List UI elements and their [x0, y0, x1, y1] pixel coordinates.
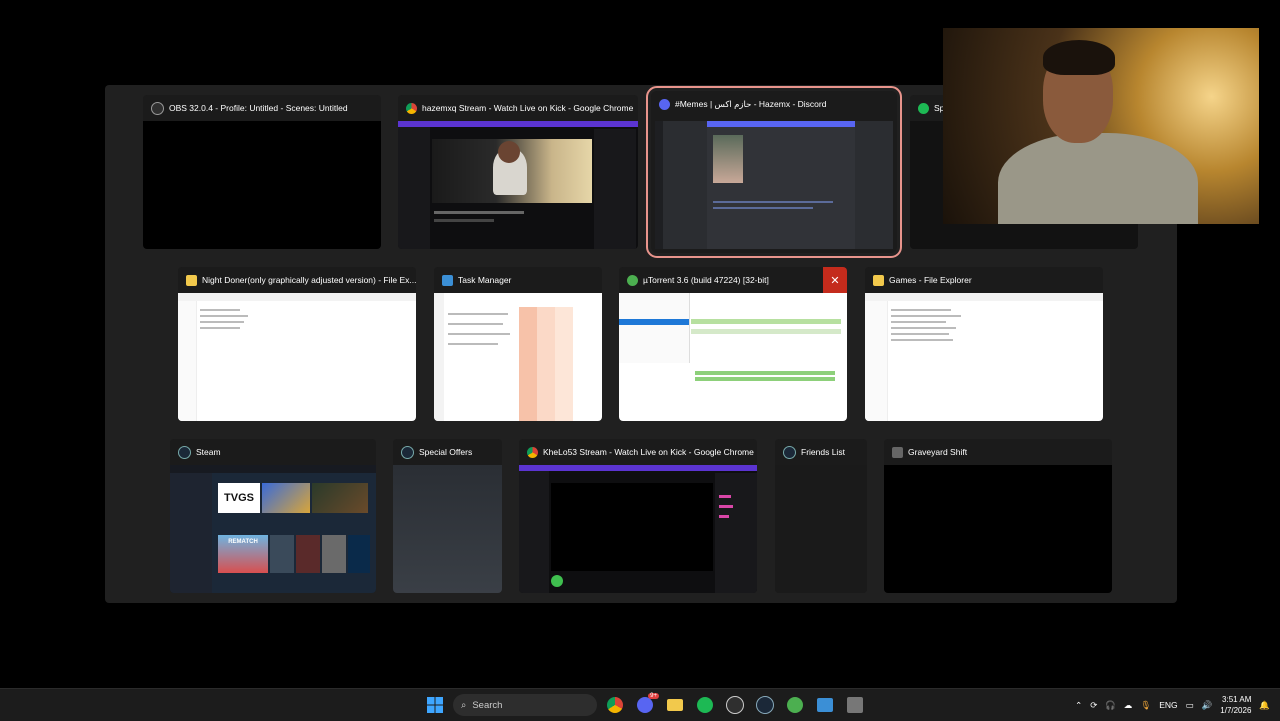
start-button[interactable] [423, 693, 447, 717]
window-special-offers[interactable]: Special Offers [393, 439, 502, 593]
discord-badge: 9+ [648, 693, 659, 699]
steam-banner-tvgs: TVGS [218, 483, 260, 513]
window-title: µTorrent 3.6 (build 47224) [32-bit] [643, 275, 769, 285]
window-chrome-hazemxq[interactable]: hazemxq Stream - Watch Live on Kick - Go… [398, 95, 638, 249]
game-taskbar-icon[interactable] [843, 693, 867, 717]
chevron-up-icon[interactable]: ⌃ [1075, 700, 1082, 711]
webcam-overlay [943, 28, 1259, 224]
chrome-icon [406, 102, 417, 114]
window-chrome-khelo53[interactable]: KheLo53 Stream - Watch Live on Kick - Go… [519, 439, 757, 593]
spotify-icon [918, 102, 929, 114]
clock-time: 3:51 AM [1222, 695, 1252, 704]
utorrent-icon [627, 274, 638, 286]
clock[interactable]: 3:51 AM 1/7/2026 [1220, 694, 1251, 716]
steam-banner-rematch: REMATCH [218, 535, 268, 573]
clock-date: 1/7/2026 [1220, 706, 1252, 715]
window-graveyard-shift[interactable]: Graveyard Shift [884, 439, 1112, 593]
taskbar-search[interactable]: ⌕ Search [453, 694, 597, 716]
network-icon[interactable]: ▭ [1186, 700, 1194, 711]
chrome-taskbar-icon[interactable] [603, 693, 627, 717]
game-icon [892, 446, 903, 458]
sync-icon[interactable]: ⟳ [1090, 700, 1097, 711]
window-steam[interactable]: Steam TVGS REMATCH [170, 439, 376, 593]
spotify-taskbar-icon[interactable] [693, 693, 717, 717]
window-title: Graveyard Shift [908, 447, 968, 457]
steam-taskbar-icon[interactable] [753, 693, 777, 717]
window-obs[interactable]: OBS 32.0.4 - Profile: Untitled - Scenes:… [143, 95, 381, 249]
obs-taskbar-icon[interactable] [723, 693, 747, 717]
discord-taskbar-icon[interactable]: 9+ [633, 693, 659, 717]
window-file-explorer-games[interactable]: Games - File Explorer [865, 267, 1103, 421]
window-discord[interactable]: #Memes | حازم اكس - Hazemx - Discord [646, 86, 902, 258]
window-title: Special Offers [419, 447, 473, 457]
chrome-icon [527, 446, 538, 458]
search-placeholder: Search [472, 699, 503, 711]
file-explorer-taskbar-icon[interactable] [663, 693, 687, 717]
window-title: hazemxq Stream - Watch Live on Kick - Go… [422, 103, 634, 113]
language-indicator[interactable]: ENG [1159, 700, 1177, 710]
headset-icon[interactable]: 🎧 [1105, 700, 1116, 711]
window-friends-list[interactable]: Friends List [775, 439, 867, 593]
steam-icon [178, 445, 191, 459]
taskbar: ⌕ Search 9+ ⌃ ⟳ 🎧 ☁ 🎙 ENG ▭ 🔊 3:51 AM 1/… [0, 688, 1280, 721]
window-title: #Memes | حازم اكس - Hazemx - Discord [675, 98, 827, 109]
task-manager-icon [442, 274, 453, 286]
window-title: Night Doner(only graphically adjusted ve… [202, 275, 416, 285]
folder-icon [186, 274, 197, 286]
steam-icon [401, 445, 414, 459]
window-title: Friends List [801, 447, 845, 457]
window-title: Games - File Explorer [889, 275, 972, 285]
window-utorrent[interactable]: µTorrent 3.6 (build 47224) [32-bit] ✕ [619, 267, 847, 421]
close-window-button[interactable]: ✕ [823, 267, 847, 293]
task-manager-taskbar-icon[interactable] [813, 693, 837, 717]
window-task-manager[interactable]: Task Manager [434, 267, 602, 421]
obs-icon [151, 101, 164, 115]
window-title: Steam [196, 447, 221, 457]
onedrive-icon[interactable]: ☁ [1124, 700, 1133, 711]
volume-icon[interactable]: 🔊 [1202, 700, 1213, 711]
microphone-icon[interactable]: 🎙 [1140, 700, 1151, 711]
window-title: OBS 32.0.4 - Profile: Untitled - Scenes:… [169, 103, 348, 113]
folder-icon [873, 274, 884, 286]
utorrent-taskbar-icon[interactable] [783, 693, 807, 717]
notification-icon[interactable]: 🔔 [1259, 700, 1270, 711]
windows-logo-icon [427, 697, 443, 713]
search-icon: ⌕ [461, 699, 467, 711]
window-title: Task Manager [458, 275, 512, 285]
steam-icon [783, 445, 796, 459]
discord-icon [659, 98, 670, 110]
window-title: KheLo53 Stream - Watch Live on Kick - Go… [543, 447, 754, 457]
window-file-explorer-night-doner[interactable]: Night Doner(only graphically adjusted ve… [178, 267, 416, 421]
